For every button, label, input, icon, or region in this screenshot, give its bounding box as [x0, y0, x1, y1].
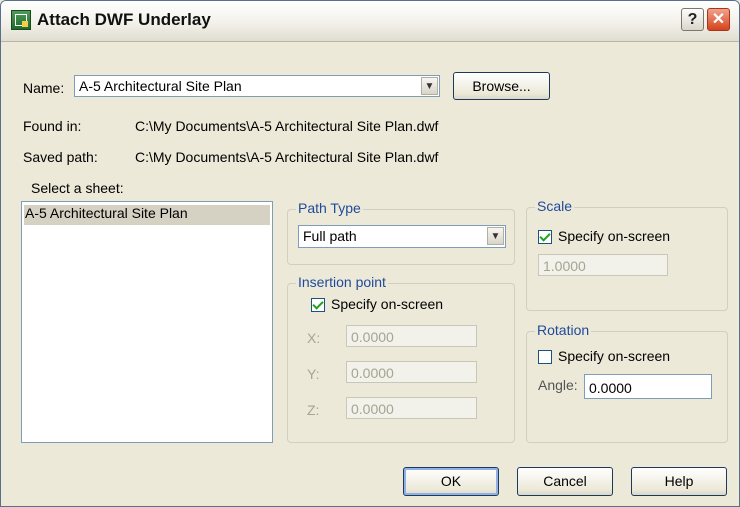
scale-title: Scale — [535, 198, 575, 214]
rotation-specify-checkbox[interactable] — [538, 350, 552, 364]
ok-button[interactable]: OK — [403, 467, 499, 496]
title-help-button[interactable]: ? — [681, 8, 704, 31]
x-field[interactable]: 0.0000 — [346, 325, 477, 347]
title-bar[interactable]: Attach DWF Underlay ? ✕ — [1, 1, 739, 42]
x-label: X: — [307, 330, 321, 346]
sheet-list-item[interactable]: A-5 Architectural Site Plan — [24, 205, 270, 225]
sheet-list[interactable]: A-5 Architectural Site Plan — [21, 201, 273, 443]
app-icon — [11, 10, 31, 30]
attach-dwf-underlay-dialog: Attach DWF Underlay ? ✕ Name: A-5 Archit… — [0, 0, 740, 507]
saved-path-value: C:\My Documents\A-5 Architectural Site P… — [135, 149, 439, 165]
path-type-group: Path Type Full path ▼ — [287, 200, 515, 265]
insertion-point-group: Insertion point Specify on-screen X: 0.0… — [287, 274, 515, 443]
select-sheet-label: Select a sheet: — [31, 180, 124, 196]
insertion-point-title: Insertion point — [296, 274, 388, 290]
chevron-down-icon[interactable]: ▼ — [421, 77, 438, 95]
scale-field[interactable]: 1.0000 — [538, 254, 668, 276]
angle-field[interactable]: 0.0000 — [584, 374, 712, 399]
name-value: A-5 Architectural Site Plan — [79, 78, 242, 94]
found-in-label: Found in: — [23, 118, 82, 134]
saved-path-label: Saved path: — [23, 149, 98, 165]
rotation-specify-label: Specify on-screen — [558, 348, 671, 364]
browse-button[interactable]: Browse... — [453, 72, 550, 100]
y-label: Y: — [307, 366, 320, 382]
angle-label: Angle: — [538, 377, 578, 393]
scale-specify-checkbox[interactable] — [538, 230, 552, 244]
name-dropdown[interactable]: A-5 Architectural Site Plan ▼ — [74, 75, 440, 97]
help-button[interactable]: Help — [631, 467, 727, 496]
z-label: Z: — [307, 402, 320, 418]
path-type-title: Path Type — [296, 200, 363, 216]
close-button[interactable]: ✕ — [707, 8, 730, 31]
path-type-value: Full path — [303, 228, 357, 244]
name-label: Name: — [23, 80, 65, 96]
insertion-specify-checkbox[interactable] — [311, 298, 325, 312]
chevron-down-icon[interactable]: ▼ — [487, 227, 504, 245]
z-field[interactable]: 0.0000 — [346, 397, 477, 419]
rotation-title: Rotation — [535, 322, 592, 338]
scale-specify-label: Specify on-screen — [558, 228, 671, 244]
path-type-dropdown[interactable]: Full path ▼ — [298, 225, 506, 248]
insertion-specify-label: Specify on-screen — [331, 296, 444, 312]
y-field[interactable]: 0.0000 — [346, 361, 477, 383]
window-title: Attach DWF Underlay — [37, 10, 211, 29]
scale-group: Scale Specify on-screen 1.0000 — [526, 198, 728, 311]
rotation-group: Rotation Specify on-screen Angle: 0.0000 — [526, 322, 728, 443]
cancel-button[interactable]: Cancel — [517, 467, 613, 496]
found-in-value: C:\My Documents\A-5 Architectural Site P… — [135, 118, 439, 134]
